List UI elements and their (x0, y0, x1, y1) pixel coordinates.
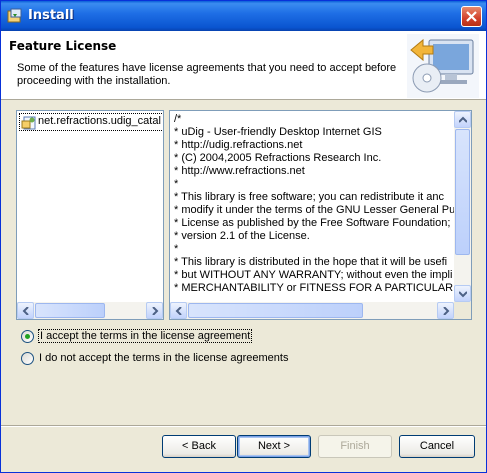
scroll-thumb[interactable] (188, 303, 363, 318)
title-bar[interactable]: Install (1, 1, 486, 31)
scroll-left-button[interactable] (170, 302, 187, 319)
arrow-right-icon (152, 307, 159, 315)
close-button[interactable] (461, 6, 482, 27)
scroll-left-button[interactable] (17, 302, 34, 319)
install-dialog: Install Feature License Some of the feat… (0, 0, 487, 473)
feature-icon (21, 116, 36, 130)
feature-label: net.refractions.udig_catal (38, 115, 161, 127)
feature-hscrollbar[interactable] (17, 302, 163, 319)
accept-option[interactable]: I accept the terms in the license agreem… (21, 329, 261, 345)
accept-radio[interactable] (21, 330, 34, 343)
decline-radio[interactable] (21, 352, 34, 365)
cancel-button[interactable]: Cancel (399, 435, 475, 458)
footer-separator (1, 425, 486, 427)
scroll-right-button[interactable] (437, 302, 454, 319)
back-button[interactable]: < Back (162, 435, 236, 458)
scroll-up-button[interactable] (454, 111, 471, 128)
license-text-area[interactable]: /* * uDig - User-friendly Desktop Intern… (169, 110, 472, 320)
arrow-down-icon (459, 291, 467, 298)
page-description: Some of the features have license agreem… (17, 62, 397, 87)
scroll-corner (454, 302, 471, 319)
install-icon (7, 8, 22, 23)
license-vscrollbar[interactable] (454, 111, 471, 302)
feature-list[interactable]: net.refractions.udig_catal (16, 110, 164, 320)
license-text: /* * uDig - User-friendly Desktop Intern… (174, 113, 470, 294)
accept-label[interactable]: I accept the terms in the license agreem… (38, 329, 253, 343)
arrow-right-icon (443, 307, 450, 315)
scroll-thumb[interactable] (455, 129, 470, 255)
license-hscrollbar[interactable] (170, 302, 454, 319)
window-title: Install (28, 8, 74, 23)
scroll-right-button[interactable] (146, 302, 163, 319)
decline-label[interactable]: I do not accept the terms in the license… (38, 352, 289, 364)
wizard-header: Feature License Some of the features hav… (1, 31, 486, 100)
wizard-computer-icon (407, 34, 479, 98)
arrow-left-icon (22, 307, 29, 315)
scroll-down-button[interactable] (454, 285, 471, 302)
list-item[interactable]: net.refractions.udig_catal (19, 113, 163, 131)
scroll-thumb[interactable] (35, 303, 105, 318)
close-icon (466, 11, 477, 22)
finish-button[interactable]: Finish (318, 435, 392, 458)
decline-option[interactable]: I do not accept the terms in the license… (21, 351, 301, 367)
arrow-left-icon (175, 307, 182, 315)
arrow-up-icon (459, 116, 467, 123)
page-title: Feature License (9, 39, 117, 53)
next-button[interactable]: Next > (237, 435, 311, 458)
